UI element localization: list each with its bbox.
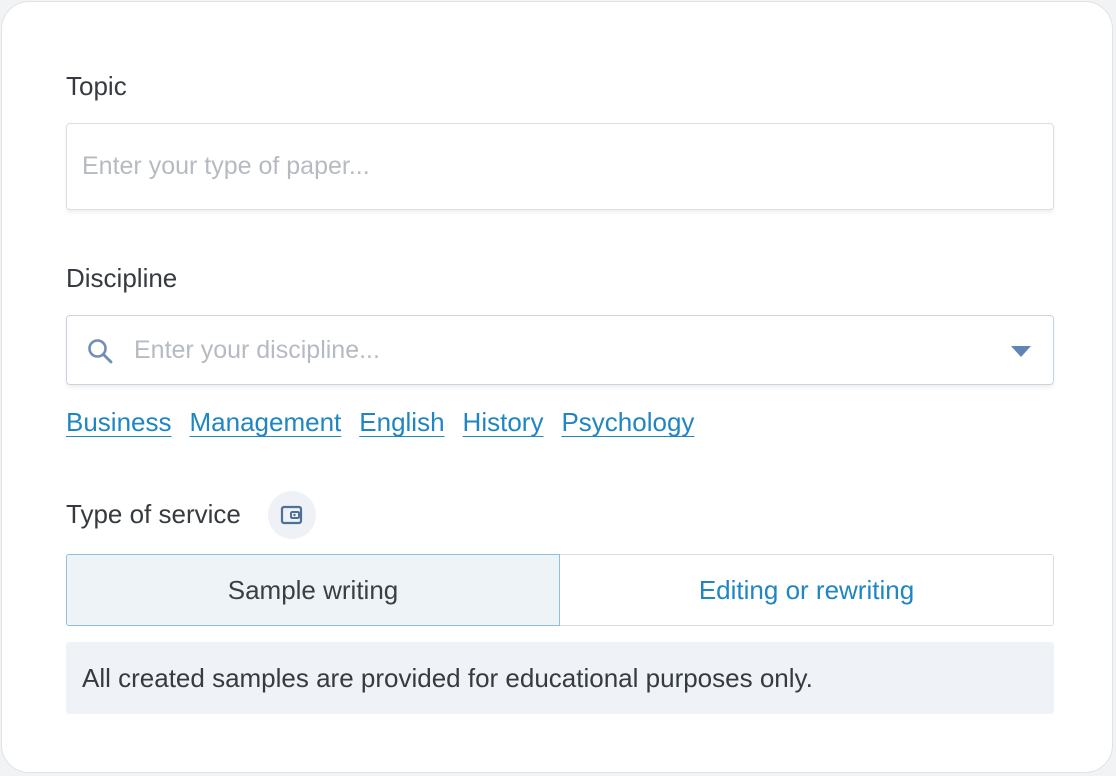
topic-input[interactable] [82, 124, 1032, 209]
discipline-suggestions: Business Management English History Psyc… [66, 404, 694, 440]
suggestion-psychology[interactable]: Psychology [561, 404, 694, 440]
topic-field[interactable] [66, 123, 1054, 210]
order-form-card: Topic Discipline Business Management Eng… [1, 1, 1113, 773]
sample-writing-button[interactable]: Sample writing [66, 554, 560, 626]
editing-rewriting-button[interactable]: Editing or rewriting [560, 554, 1054, 626]
chevron-down-icon[interactable] [1011, 346, 1031, 358]
search-icon [88, 339, 113, 364]
service-type-toggle: Sample writing Editing or rewriting [66, 554, 1054, 626]
suggestion-business[interactable]: Business [66, 404, 172, 440]
service-label: Type of service [66, 499, 241, 529]
discipline-field[interactable] [66, 315, 1054, 385]
suggestion-history[interactable]: History [463, 404, 544, 440]
suggestion-management[interactable]: Management [190, 404, 342, 440]
topic-label: Topic [66, 71, 127, 101]
wallet-icon [280, 505, 303, 525]
suggestion-english[interactable]: English [359, 404, 444, 440]
discipline-input[interactable] [134, 316, 984, 384]
service-info-button[interactable] [268, 491, 316, 539]
service-note: All created samples are provided for edu… [66, 642, 1054, 714]
discipline-label: Discipline [66, 263, 178, 293]
